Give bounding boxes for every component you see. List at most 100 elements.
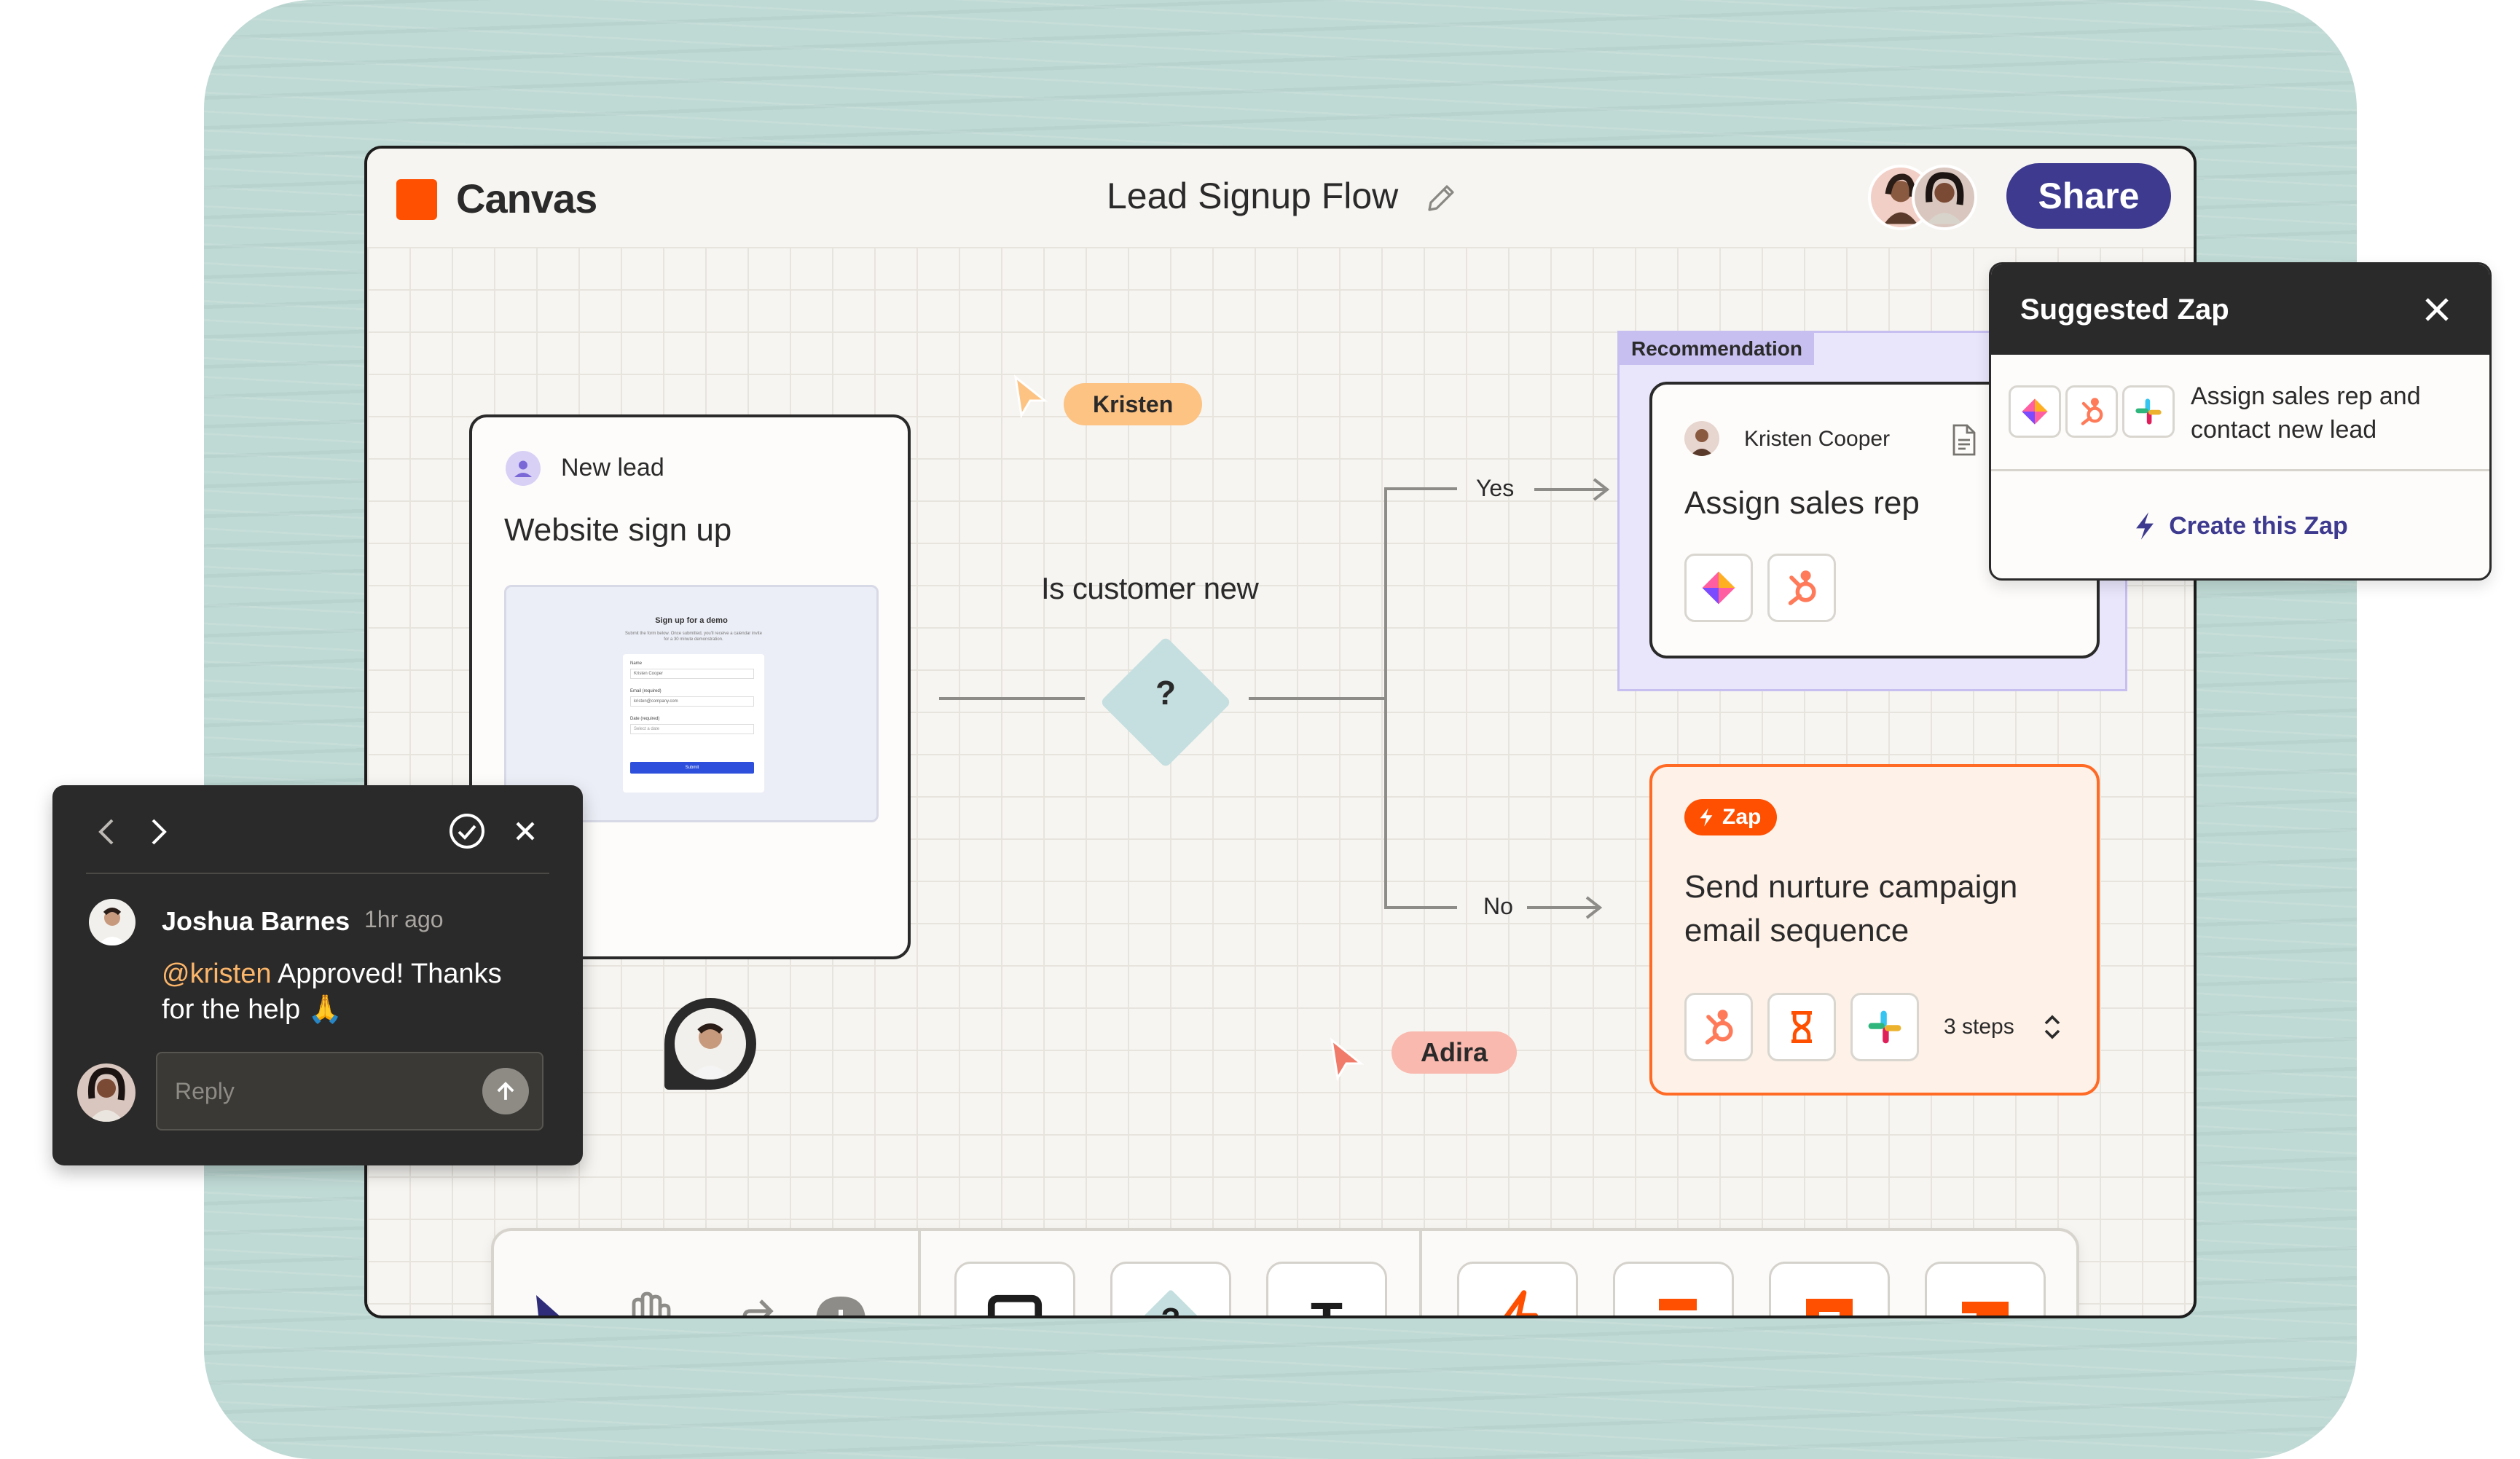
zap-tool-button[interactable] [1457, 1262, 1578, 1316]
app-icon-tile [2122, 385, 2175, 438]
text-tool-button[interactable]: T [1266, 1262, 1387, 1316]
suggested-zap-popup: Suggested Zap Assign sales rep and conta… [1989, 262, 2492, 581]
slack-icon [1868, 1010, 1901, 1044]
bolt-icon [2136, 512, 2154, 540]
cursor-label-kristen: Kristen [1064, 383, 1203, 425]
recommendation-badge: Recommendation [1620, 333, 1814, 365]
connector-line [1384, 487, 1387, 908]
popup-header: Suggested Zap [1991, 264, 2489, 355]
comment-time: 1hr ago [364, 906, 444, 932]
zap-card[interactable]: Zap Send nurture campaign email sequence… [1649, 764, 2100, 1096]
toolbar-divider [1419, 1231, 1422, 1316]
monday-diamond-icon [1702, 571, 1735, 605]
hubspot-icon [1788, 570, 1816, 605]
popup-title: Suggested Zap [2020, 294, 2229, 326]
app-icon-tile[interactable] [1684, 993, 1753, 1061]
decision-tool-glyph: ? [1112, 1302, 1229, 1316]
text-icon: T [1311, 1292, 1343, 1316]
form-description: Submit the form below. Once submitted, y… [625, 632, 762, 642]
zap-title-line1: Send nurture campaign [1684, 869, 2018, 905]
hubspot-icon [2081, 398, 2103, 425]
square-icon [987, 1294, 1043, 1316]
comment-pin-avatar[interactable] [664, 998, 756, 1090]
commenter-avatar [89, 899, 136, 945]
chevron-updown-icon[interactable] [2043, 1013, 2062, 1041]
interfaces-tool-button[interactable] [1769, 1262, 1890, 1316]
comment-mention[interactable]: @kristen [162, 959, 272, 989]
create-zap-button[interactable]: Create this Zap [1991, 471, 2489, 578]
field-name-label: Name [630, 661, 643, 666]
comment-body-line2: for the help 🙏 [162, 994, 343, 1025]
interfaces-icon [1806, 1299, 1853, 1316]
create-zap-label: Create this Zap [2169, 511, 2348, 540]
reply-avatar [77, 1063, 136, 1122]
popup-app-icons [2009, 385, 2175, 438]
app-icon-tile[interactable] [1767, 554, 1836, 622]
comment-text-line1: Approved! Thanks [271, 959, 502, 989]
comment-divider [86, 873, 549, 874]
decision-label: Is customer new [1041, 571, 1259, 605]
tables-icon [1659, 1299, 1697, 1310]
decision-symbol: ? [1155, 674, 1177, 712]
reply-input[interactable]: Reply [156, 1052, 543, 1130]
zap-steps-count[interactable]: 3 steps [1944, 1015, 2014, 1039]
close-icon[interactable] [2421, 294, 2453, 326]
close-icon[interactable] [511, 817, 539, 845]
send-button[interactable] [482, 1068, 529, 1114]
app-icon-tile[interactable] [1767, 993, 1836, 1061]
tables-tool-button[interactable] [1613, 1262, 1734, 1316]
reply-placeholder: Reply [175, 1078, 235, 1104]
toolbar-divider [918, 1231, 921, 1316]
hand-icon[interactable] [619, 1289, 678, 1318]
field-email-input: kristen@company.com [630, 696, 754, 707]
canvas-logo-icon [396, 179, 437, 220]
user-circle-icon [506, 451, 541, 486]
resolve-check-icon[interactable] [447, 811, 487, 851]
app-icon-tile [2065, 385, 2118, 438]
collaborator-avatar[interactable] [1912, 165, 1977, 230]
arrow-right-icon [1534, 478, 1610, 501]
share-button[interactable]: Share [2006, 163, 2171, 229]
bolt-icon [1700, 808, 1713, 827]
app-icon-tile[interactable] [1684, 554, 1753, 622]
form-submit-button: Submit [630, 762, 754, 774]
chatbot-icon [1962, 1302, 2009, 1316]
connector-line [939, 697, 1085, 700]
app-header: Canvas Lead Signup Flow Share [367, 149, 2194, 247]
hubspot-icon [1705, 1010, 1733, 1045]
canvas-app-window: Canvas Lead Signup Flow Share New lead W… [364, 146, 2197, 1318]
zap-bolt-icon [1504, 1290, 1538, 1316]
field-email-label: Email (required) [630, 689, 662, 693]
form-body: Name Kristen Cooper Email (required) kri… [623, 654, 764, 793]
chevron-right-icon[interactable] [146, 816, 170, 848]
slack-icon [2135, 398, 2162, 425]
document-title[interactable]: Lead Signup Flow [1107, 175, 1398, 217]
connector-line [1384, 487, 1457, 490]
comment-body-line1: @kristen Approved! Thanks [162, 959, 502, 990]
shape-tool-button[interactable] [954, 1262, 1075, 1316]
select-arrow-icon[interactable] [530, 1289, 581, 1318]
pencil-edit-icon[interactable] [1424, 181, 1459, 216]
chevron-left-icon[interactable] [95, 816, 119, 848]
arrow-right-icon [1527, 896, 1603, 919]
decision-tool-button[interactable]: ? [1110, 1262, 1231, 1316]
avatar [675, 1008, 746, 1079]
chatbot-tool-button[interactable] [1925, 1262, 2046, 1316]
monday-diamond-icon [2022, 398, 2048, 425]
connector-icon[interactable] [713, 1291, 778, 1318]
zap-title-line2: email sequence [1684, 913, 1909, 948]
trigger-header: New lead [561, 454, 664, 481]
cursor-pointer-icon [1013, 374, 1048, 418]
document-icon[interactable] [1950, 424, 1979, 456]
zap-badge: Zap [1684, 799, 1778, 835]
zap-badge-label: Zap [1722, 805, 1762, 829]
app-icon-tile[interactable] [1850, 993, 1919, 1061]
add-comment-icon[interactable] [812, 1292, 870, 1318]
field-date-input: Select a date [630, 724, 754, 734]
comment-author: Joshua Barnes [162, 906, 350, 936]
branch-yes-label: Yes [1476, 475, 1515, 501]
field-name-input: Kristen Cooper [630, 669, 754, 679]
branch-no-label: No [1483, 893, 1513, 919]
app-logo-text: Canvas [456, 176, 597, 221]
owner-name: Kristen Cooper [1744, 427, 1891, 451]
